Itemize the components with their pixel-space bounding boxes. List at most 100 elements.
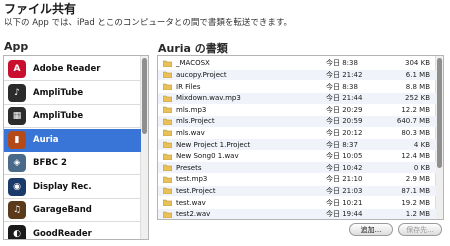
page-subtitle: 以下の App では、iPad とこのコンピュータとの間で書類を転送できます。 [4,18,292,28]
folder-icon [163,176,172,183]
document-date: 今日 20:59 [326,117,363,126]
folder-icon [163,118,172,125]
document-date: 今日 10:21 [326,198,363,207]
display-rec-icon: ◉ [8,177,26,196]
document-name: Presets [176,163,202,172]
app-item[interactable]: ♫ GarageBand [4,199,141,222]
document-size: 640.7 MB [396,117,430,126]
document-date: 今日 21:44 [326,94,363,103]
adobe-reader-icon: A [8,60,26,78]
document-name: test.Project [176,186,216,195]
app-item[interactable]: ◈ BFBC 2 [4,152,141,175]
document-name: mls.mp3 [176,105,207,114]
document-size: 87.1 MB [401,186,430,195]
document-row[interactable]: mls.wav 今日 20:12 80.3 MB [158,128,436,139]
folder-icon [163,95,172,102]
document-row[interactable]: test.wav 今日 10:21 19.2 MB [158,197,436,208]
apps-heading: App [4,40,29,53]
document-date: 今日 21:42 [326,70,363,79]
app-item-label: AmpliTube [33,87,84,98]
document-size: 4 KB [413,140,430,149]
document-name: _MACOSX [176,59,210,68]
document-name: mls.Project [176,117,215,126]
app-item-label: GoodReader [33,228,92,239]
app-item-label: BFBC 2 [33,158,67,168]
folder-icon [163,129,172,137]
app-item[interactable]: ▦ AmpliTube [4,105,141,128]
document-row[interactable]: IR Files 今日 8:38 8.8 MB [158,81,436,92]
documents-scrollbar-thumb[interactable] [437,58,442,168]
garageband-icon: ♫ [8,201,26,219]
document-name: IR Files [176,82,201,91]
folder-icon [163,187,172,195]
add-button[interactable]: 追加... [349,223,393,236]
document-date: 今日 21:03 [326,186,363,195]
document-date: 今日 21:10 [326,175,363,184]
document-row[interactable]: test.Project 今日 21:03 87.1 MB [158,185,436,197]
folder-icon [163,83,172,91]
document-size: 0 KB [413,163,430,172]
page-title: ファイル共有 [4,2,77,16]
folder-icon [163,164,172,172]
documents-heading: Auria の書類 [158,42,228,55]
app-item[interactable]: ▮ Auria [4,128,141,152]
document-name: aucopy.Project [176,70,227,79]
document-name: test.wav [176,198,206,207]
document-size: 252 KB [405,94,430,103]
documents-list: _MACOSX 今日 8:38 304 KB aucopy.Project 今日 21:… [157,55,444,220]
document-size: 19.2 MB [401,198,430,207]
document-row[interactable]: mls.Project 今日 20:59 640.7 MB [158,116,436,127]
goodreader-icon: ◐ [8,224,26,239]
app-item[interactable]: ◉ Display Rec. [4,176,141,199]
folder-icon [163,153,172,160]
document-row[interactable]: _MACOSX 今日 8:38 304 KB [158,58,436,69]
document-row[interactable]: test.mp3 今日 21:10 2.9 MB [158,174,436,185]
apps-scrollbar-thumb[interactable] [142,58,147,134]
document-name: test2.wav [176,210,211,219]
folder-icon [163,106,172,114]
document-row[interactable]: Mixdown.wav.mp3 今日 21:44 252 KB [158,92,436,104]
document-size: 6.1 MB [405,70,430,79]
app-item-label: Auria [33,134,59,145]
document-name: New Song0 1.wav [176,152,239,161]
document-name: mls.wav [176,128,205,137]
folder-icon [163,141,172,149]
documents-scrollbar[interactable] [435,56,443,219]
document-row[interactable]: aucopy.Project 今日 21:42 6.1 MB [158,69,436,81]
document-row[interactable]: mls.mp3 今日 20:29 12.2 MB [158,104,436,115]
app-item[interactable]: ♪ AmpliTube [4,82,141,105]
document-size: 1.2 MB [405,210,430,219]
document-date: 今日 20:12 [326,128,363,137]
document-row[interactable]: Presets 今日 10:42 0 KB [158,162,436,174]
folder-icon [163,199,172,207]
document-date: 今日 8:37 [326,140,358,149]
document-size: 12.4 MB [401,152,430,161]
document-date: 今日 8:38 [326,59,358,68]
document-row[interactable]: test2.wav 今日 19:44 1.2 MB [158,208,436,219]
apps-scrollbar[interactable] [140,56,148,239]
app-item-label: AmpliTube [33,111,84,121]
app-item[interactable]: A Adobe Reader [4,58,141,81]
document-name: New Project 1.Project [176,140,251,149]
document-date: 今日 8:38 [326,82,358,91]
document-row[interactable]: New Song0 1.wav 今日 10:05 12.4 MB [158,151,436,162]
folder-icon [163,60,172,67]
document-name: test.mp3 [176,175,208,184]
document-size: 304 KB [405,59,430,68]
app-item-label: Display Rec. [33,181,92,192]
folder-icon [163,71,172,79]
document-row[interactable]: New Project 1.Project 今日 8:37 4 KB [158,139,436,150]
amplitube-icon: ▦ [8,107,26,125]
amplitube-icon: ♪ [8,83,26,102]
auria-icon: ▮ [8,130,26,149]
document-date: 今日 19:44 [326,210,363,219]
bfbc2-icon: ◈ [8,154,26,172]
apps-list: A Adobe Reader ♪ AmpliTube ▦ AmpliTube ▮ Auria ◈… [3,55,149,240]
save-to-button[interactable]: 保存先... [398,223,442,236]
app-item-label: Adobe Reader [33,64,101,74]
document-date: 今日 10:42 [326,163,363,172]
document-date: 今日 10:05 [326,152,363,161]
app-item[interactable]: ◐ GoodReader [4,223,141,239]
document-size: 12.2 MB [401,105,430,114]
document-date: 今日 20:29 [326,105,363,114]
